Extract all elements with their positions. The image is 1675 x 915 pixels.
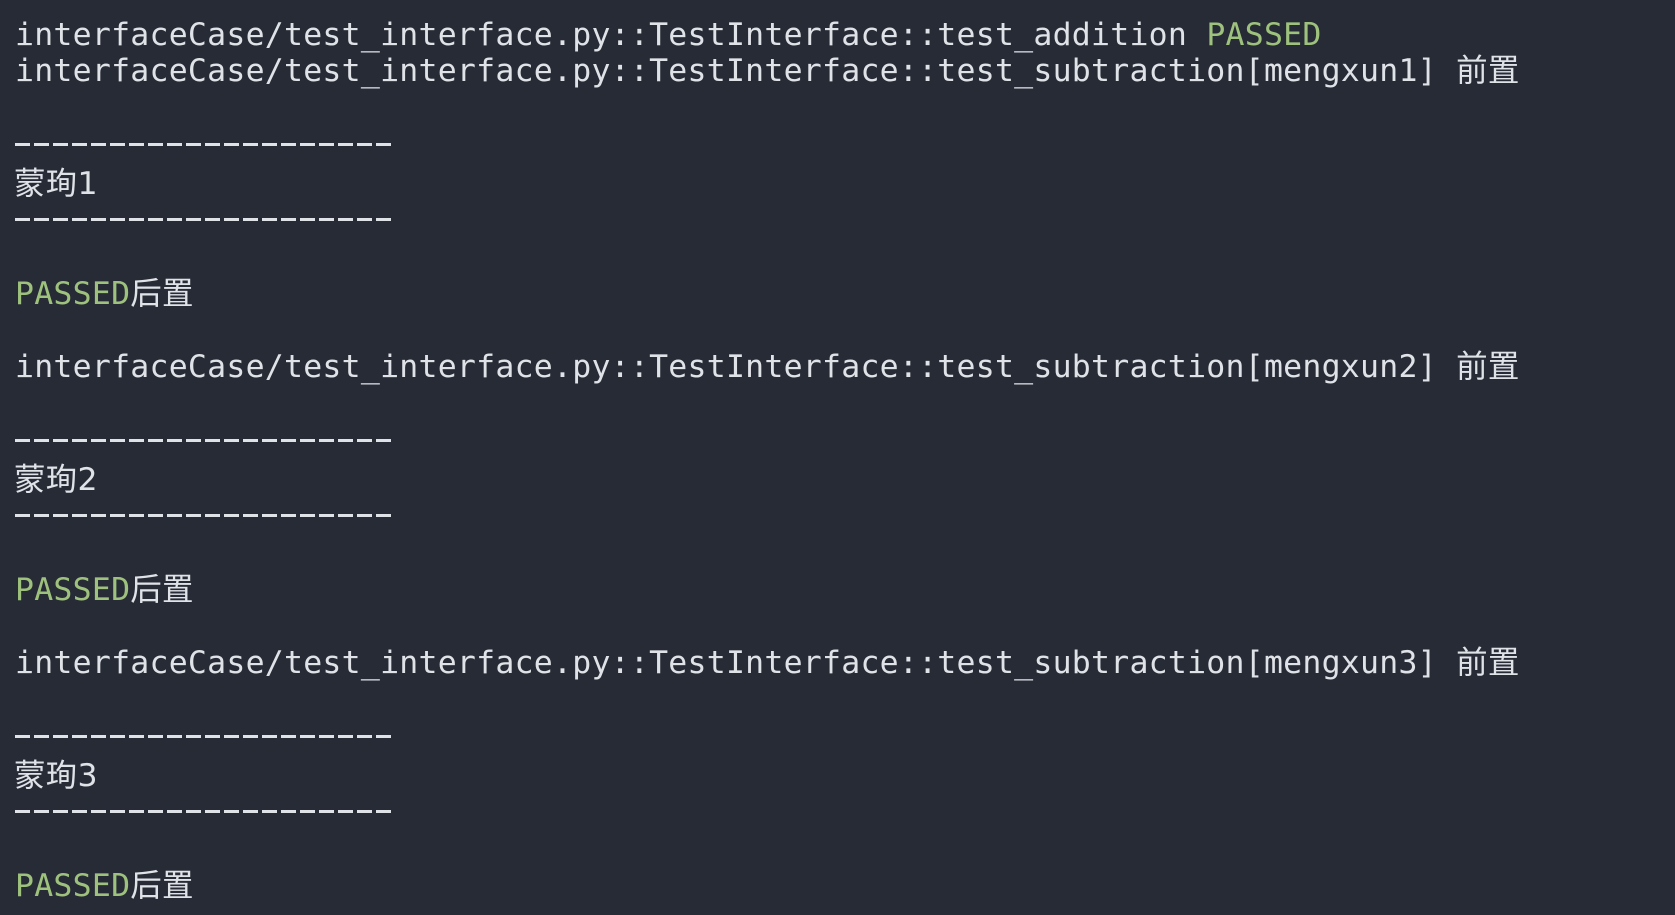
terminal-output: interfaceCase/test_interface.py::TestInt… [0, 0, 1675, 915]
test-subtraction-mengxun2-name: interfaceCase/test_interface.py::TestInt… [15, 349, 1457, 385]
test-subtraction-mengxun3-name: interfaceCase/test_interface.py::TestInt… [15, 645, 1457, 681]
teardown-label: 后置 [130, 276, 194, 312]
printed-value: 蒙珣3 [14, 758, 98, 794]
test-subtraction-mengxun1-name: interfaceCase/test_interface.py::TestInt… [15, 53, 1457, 89]
setup-label: 前置 [1456, 349, 1520, 385]
divider-line [15, 514, 394, 517]
divider-line [15, 218, 394, 221]
teardown-line: PASSED后置 [15, 570, 194, 610]
printed-value: 蒙珣1 [14, 166, 98, 202]
teardown-line: PASSED后置 [15, 274, 194, 314]
status-passed: PASSED [15, 276, 131, 312]
divider-line [15, 810, 394, 813]
setup-label: 前置 [1456, 645, 1520, 681]
printed-value: 蒙珣2 [14, 462, 98, 498]
teardown-label: 后置 [130, 572, 194, 608]
divider-line [15, 735, 394, 738]
test-addition-name: interfaceCase/test_interface.py::TestInt… [15, 17, 1207, 53]
status-passed: PASSED [15, 868, 131, 904]
divider-line [15, 439, 394, 442]
status-passed: PASSED [1206, 17, 1322, 53]
teardown-line: PASSED后置 [15, 866, 194, 906]
status-passed: PASSED [15, 572, 131, 608]
divider-line [15, 143, 394, 146]
test-addition-line: interfaceCase/test_interface.py::TestInt… [15, 15, 1322, 55]
teardown-label: 后置 [130, 868, 194, 904]
test-subtraction-mengxun1-line: interfaceCase/test_interface.py::TestInt… [15, 51, 1520, 91]
test-subtraction-mengxun2-line: interfaceCase/test_interface.py::TestInt… [15, 347, 1520, 387]
test-subtraction-mengxun3-line: interfaceCase/test_interface.py::TestInt… [15, 643, 1520, 683]
setup-label: 前置 [1456, 53, 1520, 89]
